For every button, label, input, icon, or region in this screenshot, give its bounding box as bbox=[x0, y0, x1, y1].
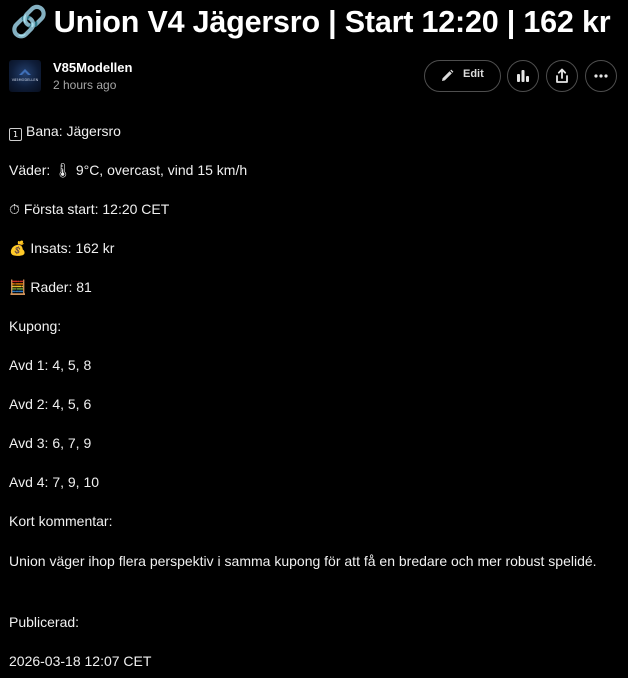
bar-chart-icon bbox=[517, 70, 529, 82]
keycap-one-icon: 1 bbox=[9, 128, 22, 141]
stopwatch-icon: ⏱ bbox=[9, 202, 20, 218]
start-line: ⏱ Första start: 12:20 CET bbox=[9, 199, 169, 221]
leg-line: Avd 2: 4, 5, 6 bbox=[9, 396, 92, 412]
coupon-heading: Kupong: bbox=[9, 318, 62, 334]
leg-line: Avd 3: 6, 7, 9 bbox=[9, 435, 92, 451]
post-title-text: Union V4 Jägersro | Start 12:20 | 162 kr bbox=[53, 5, 611, 39]
weather-text: 9°C, overcast, vind 15 km/h bbox=[75, 162, 248, 178]
edit-button[interactable]: Edit bbox=[424, 60, 501, 92]
stake-text: Insats: 162 kr bbox=[30, 240, 115, 256]
avatar[interactable]: V85MODELLEN bbox=[9, 60, 41, 92]
link-icon: 🔗 bbox=[10, 5, 48, 39]
avatar-text: V85MODELLEN bbox=[11, 78, 39, 82]
logo-mark-icon bbox=[19, 69, 31, 75]
comment-text: Union väger ihop flera perspektiv i samm… bbox=[9, 553, 597, 569]
track-line: 1 Bana: Jägersro bbox=[9, 121, 121, 142]
leg-line: Avd 4: 7, 9, 10 bbox=[9, 474, 100, 490]
weather-prefix: Väder: bbox=[9, 162, 51, 178]
thermometer-icon: 🌡 bbox=[54, 163, 72, 179]
more-horizontal-icon bbox=[594, 74, 608, 78]
author-name[interactable]: V85Modellen bbox=[53, 60, 132, 75]
leg-line: Avd 1: 4, 5, 8 bbox=[9, 357, 92, 373]
rows-line: 🧮 Rader: 81 bbox=[9, 277, 92, 299]
author-row: V85MODELLEN V85Modellen 2 hours ago Edit bbox=[9, 59, 619, 93]
share-icon bbox=[556, 68, 568, 83]
stats-button[interactable] bbox=[507, 60, 539, 92]
abacus-icon: 🧮 bbox=[9, 280, 27, 296]
weather-line: Väder: 🌡 9°C, overcast, vind 15 km/h bbox=[9, 160, 247, 182]
pencil-icon bbox=[442, 69, 454, 81]
published-date: 2026-03-18 12:07 CET bbox=[9, 653, 152, 669]
post-actions: Edit bbox=[424, 60, 617, 92]
rows-text: Rader: 81 bbox=[30, 279, 92, 295]
share-button[interactable] bbox=[546, 60, 578, 92]
published-heading: Publicerad: bbox=[9, 614, 80, 630]
more-button[interactable] bbox=[585, 60, 617, 92]
track-text: Bana: Jägersro bbox=[26, 123, 121, 139]
stake-line: 💰 Insats: 162 kr bbox=[9, 238, 114, 260]
post-title: 🔗 Union V4 Jägersro | Start 12:20 | 162 k… bbox=[10, 2, 625, 42]
money-bag-icon: 💰 bbox=[9, 241, 27, 257]
edit-button-label: Edit bbox=[463, 68, 484, 80]
start-text: Första start: 12:20 CET bbox=[23, 201, 170, 217]
post-time: 2 hours ago bbox=[53, 78, 117, 92]
comment-heading: Kort kommentar: bbox=[9, 513, 113, 529]
